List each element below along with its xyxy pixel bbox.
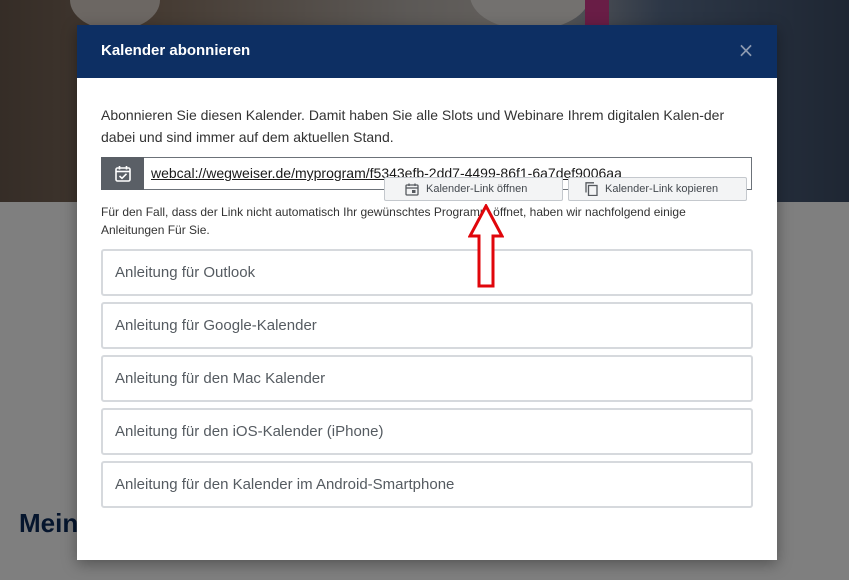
guide-outlook[interactable]: Anleitung für Outlook xyxy=(101,249,753,296)
open-calendar-link-button[interactable]: Kalender-Link öffnen xyxy=(384,177,563,201)
guide-mac-calendar[interactable]: Anleitung für den Mac Kalender xyxy=(101,355,753,402)
copy-calendar-link-button[interactable]: Kalender-Link kopieren xyxy=(568,177,747,201)
calendar-open-icon xyxy=(405,183,419,196)
close-icon[interactable]: × xyxy=(737,39,755,61)
open-calendar-link-label: Kalender-Link öffnen xyxy=(426,183,528,195)
subscribe-calendar-dialog: Kalender abonnieren × Abonnieren Sie die… xyxy=(77,25,777,560)
guide-google-calendar[interactable]: Anleitung für Google-Kalender xyxy=(101,302,753,349)
guide-ios-calendar[interactable]: Anleitung für den iOS-Kalender (iPhone) xyxy=(101,408,753,455)
copy-icon xyxy=(585,182,598,196)
red-up-arrow-icon xyxy=(468,204,504,288)
instructions-note: Für den Fall, dass der Link nicht automa… xyxy=(101,205,686,237)
copy-calendar-link-label: Kalender-Link kopieren xyxy=(605,183,719,195)
page: Mein Kalender abonnieren × Abonnieren Si… xyxy=(0,0,849,580)
dialog-header: Kalender abonnieren × xyxy=(77,25,777,78)
intro-text: Abonnieren Sie diesen Kalender. Damit ha… xyxy=(101,107,725,145)
calendar-check-icon xyxy=(101,157,144,190)
dialog-title: Kalender abonnieren xyxy=(101,42,251,59)
dialog-body: Abonnieren Sie diesen Kalender. Damit ha… xyxy=(101,78,753,190)
guide-android-calendar[interactable]: Anleitung für den Kalender im Android-Sm… xyxy=(101,461,753,508)
guide-list: Anleitung für Outlook Anleitung für Goog… xyxy=(101,249,753,514)
